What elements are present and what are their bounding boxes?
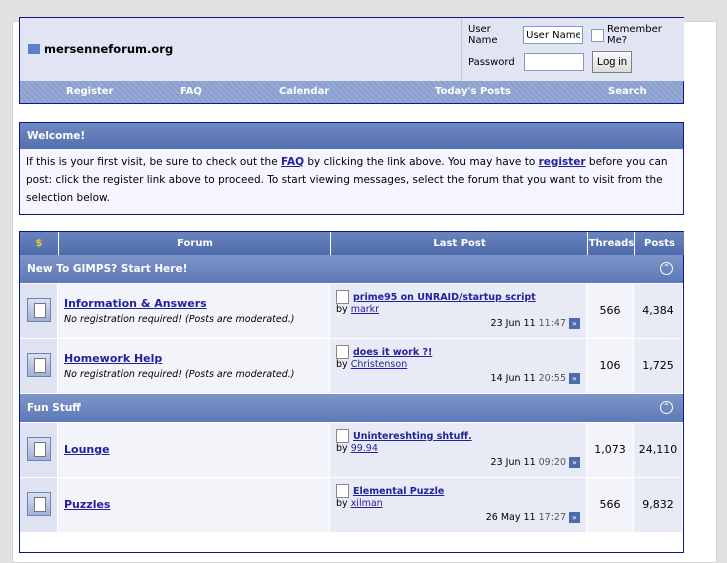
username-row: User Name Remember Me? [468, 24, 684, 46]
last-post-date: 14 Jun 11 [490, 373, 536, 384]
col-header-forum: Forum [58, 232, 331, 255]
by-label: by [336, 498, 351, 509]
last-post-user[interactable]: markr [351, 304, 379, 315]
go-to-last-post-icon[interactable]: » [569, 512, 580, 523]
category-header[interactable]: New To GIMPS? Start Here! ⌃ [20, 255, 683, 283]
thread-icon [336, 345, 349, 359]
last-post-user[interactable]: xilman [351, 498, 383, 509]
nav-register[interactable]: Register [66, 86, 114, 97]
col-header-threads: Threads [587, 232, 635, 255]
thread-icon [336, 484, 349, 498]
category-header[interactable]: Fun Stuff ⌃ [20, 394, 683, 422]
thread-count: 566 [587, 478, 634, 532]
nav-faq[interactable]: FAQ [180, 86, 202, 97]
last-post-user[interactable]: Christenson [351, 359, 408, 370]
post-count: 9,832 [634, 478, 683, 532]
welcome-text: If this is your first visit, be sure to … [20, 149, 683, 211]
thread-count: 566 [587, 284, 634, 338]
site-name: mersenneforum.org [44, 42, 174, 56]
forum-status-icon [27, 298, 51, 322]
faq-link[interactable]: FAQ [281, 156, 304, 168]
last-post-link[interactable]: Unintereshting shtuff. [353, 431, 472, 442]
last-post-time: 20:55 [538, 373, 566, 384]
last-post-link[interactable]: does it work ?! [353, 347, 432, 358]
by-label: by [336, 359, 351, 370]
category-title: Fun Stuff [27, 402, 81, 414]
forum-description: No registration required! (Posts are mod… [64, 369, 295, 380]
header-bar: mersenneforum.org User Name Remember Me?… [19, 17, 684, 83]
thread-count: 1,073 [587, 423, 634, 477]
welcome-text-2: by clicking the link above. You may have… [304, 156, 539, 168]
home-icon [28, 44, 40, 54]
remember-checkbox[interactable] [591, 28, 604, 42]
register-link[interactable]: register [539, 156, 586, 168]
remember-label: Remember Me? [606, 24, 662, 46]
forum-link[interactable]: Lounge [64, 443, 110, 456]
forum-locked-icon [27, 437, 51, 461]
last-post-user[interactable]: 99.94 [351, 443, 378, 454]
forum-table: $ Forum Last Post Threads Posts New To G… [19, 231, 684, 553]
thread-icon [336, 429, 349, 443]
nav-search[interactable]: Search [608, 86, 647, 97]
forum-status-icon [27, 353, 51, 377]
username-input[interactable] [523, 26, 584, 44]
col-header-last-post: Last Post [330, 232, 588, 255]
forum-link[interactable]: Puzzles [64, 498, 110, 511]
last-post-date: 23 Jun 11 [490, 318, 536, 329]
site-title[interactable]: mersenneforum.org [28, 42, 173, 56]
forum-description: No registration required! (Posts are mod… [64, 314, 295, 325]
post-count: 4,384 [634, 284, 683, 338]
by-label: by [336, 443, 351, 454]
last-post-time: 11:47 [538, 318, 566, 329]
last-post-link[interactable]: prime95 on UNRAID/startup script [353, 292, 536, 303]
by-label: by [336, 304, 351, 315]
login-panel: User Name Remember Me? Password Log in [461, 18, 684, 82]
password-label: Password [468, 56, 515, 68]
last-post-time: 17:27 [538, 512, 566, 523]
go-to-last-post-icon[interactable]: » [569, 457, 580, 468]
forum-locked-icon [27, 492, 51, 516]
login-button[interactable]: Log in [592, 51, 632, 73]
nav-todays-posts[interactable]: Today's Posts [435, 86, 511, 97]
forum-row: Information & Answers No registration re… [20, 283, 683, 338]
username-label: User Name [468, 24, 498, 46]
last-post-date: 23 Jun 11 [490, 457, 536, 468]
thread-count: 106 [587, 339, 634, 393]
forum-link[interactable]: Information & Answers [64, 297, 207, 310]
go-to-last-post-icon[interactable]: » [569, 318, 580, 329]
password-input[interactable] [524, 53, 584, 71]
welcome-title: Welcome! [20, 123, 683, 149]
forum-row: Lounge Unintereshting shtuff. by 99.94 2… [20, 422, 683, 477]
collapse-icon[interactable]: ⌃ [660, 262, 673, 275]
col-header-posts: Posts [634, 232, 684, 255]
collapse-icon[interactable]: ⌃ [660, 401, 673, 414]
welcome-text-1: If this is your first visit, be sure to … [26, 156, 281, 168]
last-post-time: 09:20 [538, 457, 566, 468]
password-row: Password Log in [468, 51, 632, 73]
last-post-link[interactable]: Elemental Puzzle [353, 486, 444, 497]
forum-row: Homework Help No registration required! … [20, 338, 683, 393]
category-title: New To GIMPS? Start Here! [27, 263, 188, 275]
welcome-box: Welcome! If this is your first visit, be… [19, 122, 684, 215]
post-count: 24,110 [634, 423, 683, 477]
forum-link[interactable]: Homework Help [64, 352, 162, 365]
thread-icon [336, 290, 349, 304]
last-post-date: 26 May 11 [485, 512, 536, 523]
nav-calendar[interactable]: Calendar [279, 86, 329, 97]
forum-row: Puzzles Elemental Puzzle by xilman 26 Ma… [20, 477, 683, 532]
post-count: 1,725 [634, 339, 683, 393]
nav-bar: Register FAQ Calendar Today's Posts Sear… [19, 81, 684, 104]
col-header-icon: $ [20, 232, 58, 255]
go-to-last-post-icon[interactable]: » [569, 373, 580, 384]
